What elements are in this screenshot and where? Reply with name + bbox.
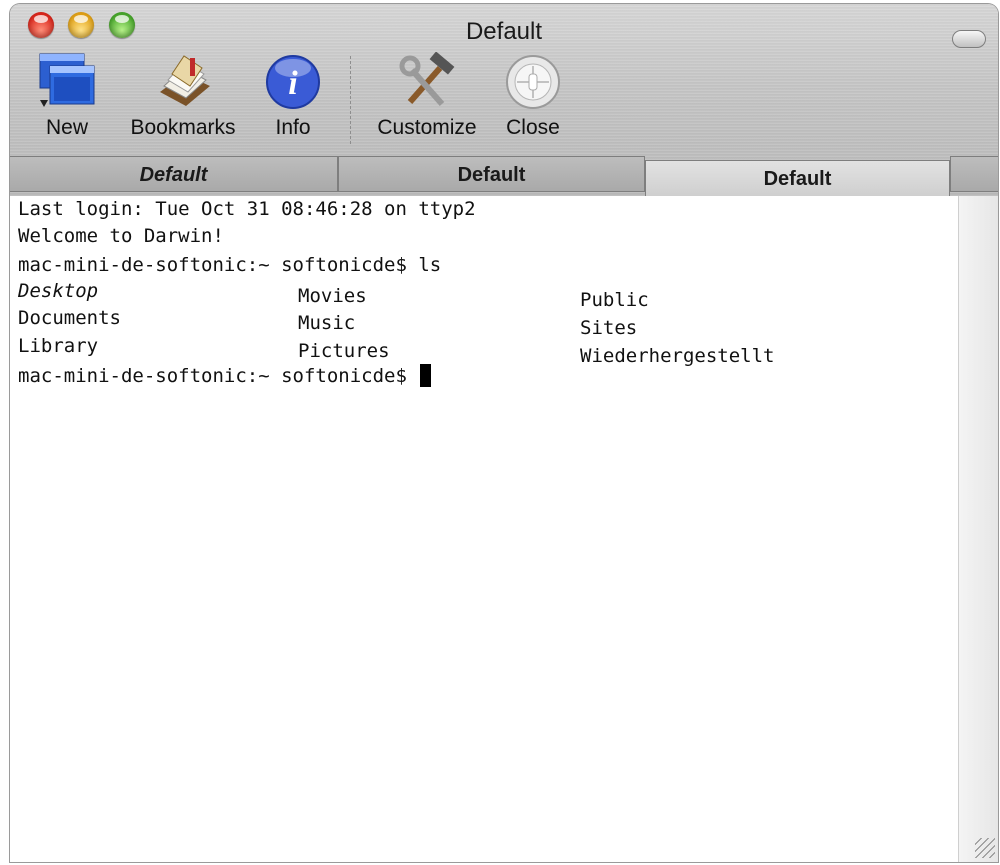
terminal-prompt-line: mac-mini-de-softonic:~ softonicde$ <box>18 364 432 387</box>
bookmarks-button[interactable]: Bookmarks <box>124 52 242 140</box>
tab-bar: Default Default Default <box>10 152 998 196</box>
resize-grip-icon[interactable] <box>975 838 995 858</box>
terminal-prompt: mac-mini-de-softonic:~ softonicde$ <box>18 365 419 387</box>
listing-item: Movies <box>298 285 367 307</box>
tab-default-1[interactable]: Default <box>10 156 338 192</box>
info-label: Info <box>275 116 311 139</box>
listing-item: Library <box>18 335 99 357</box>
listing-item: Wiederhergestellt <box>580 345 775 367</box>
toolbar-separator <box>350 56 351 144</box>
text-cursor <box>420 364 432 387</box>
bookmarks-label: Bookmarks <box>130 116 236 139</box>
customize-label: Customize <box>377 116 477 139</box>
close-label: Close <box>506 116 560 139</box>
terminal-line: mac-mini-de-softonic:~ softonicde$ ls <box>18 254 442 276</box>
terminal-output[interactable]: Last login: Tue Oct 31 08:46:28 on ttyp2… <box>10 196 958 862</box>
new-button[interactable]: New <box>34 52 100 140</box>
terminal-window: Default New Bookmarks i Info Customize C… <box>10 4 998 862</box>
listing-item: Desktop <box>18 280 99 302</box>
customize-button[interactable]: Customize <box>368 52 486 140</box>
info-icon: i <box>266 55 320 109</box>
listing-item: Sites <box>580 317 638 339</box>
vertical-scrollbar[interactable] <box>958 196 998 862</box>
info-button[interactable]: i Info <box>262 52 324 140</box>
window-title: Default <box>465 18 543 45</box>
svg-text:i: i <box>288 65 298 102</box>
hammer-wrench-icon <box>399 52 455 106</box>
close-button[interactable]: Close <box>500 52 566 140</box>
close-icon <box>506 55 560 109</box>
tab-overflow[interactable] <box>950 156 998 192</box>
window-toolbar: Default New Bookmarks i Info Customize C… <box>10 4 998 196</box>
tab-default-2[interactable]: Default <box>338 156 645 192</box>
new-label: New <box>45 116 88 139</box>
terminal-line: Welcome to Darwin! <box>18 225 224 247</box>
bookmarks-icon <box>160 55 210 106</box>
listing-item: Pictures <box>298 340 390 362</box>
listing-item: Documents <box>18 307 121 329</box>
tab-default-3-active[interactable]: Default <box>645 160 950 196</box>
listing-item: Music <box>298 312 356 334</box>
new-window-icon <box>39 53 95 107</box>
listing-item: Public <box>580 289 649 311</box>
toolbar-toggle-button[interactable] <box>952 30 986 48</box>
terminal-line: Last login: Tue Oct 31 08:46:28 on ttyp2 <box>18 198 476 220</box>
